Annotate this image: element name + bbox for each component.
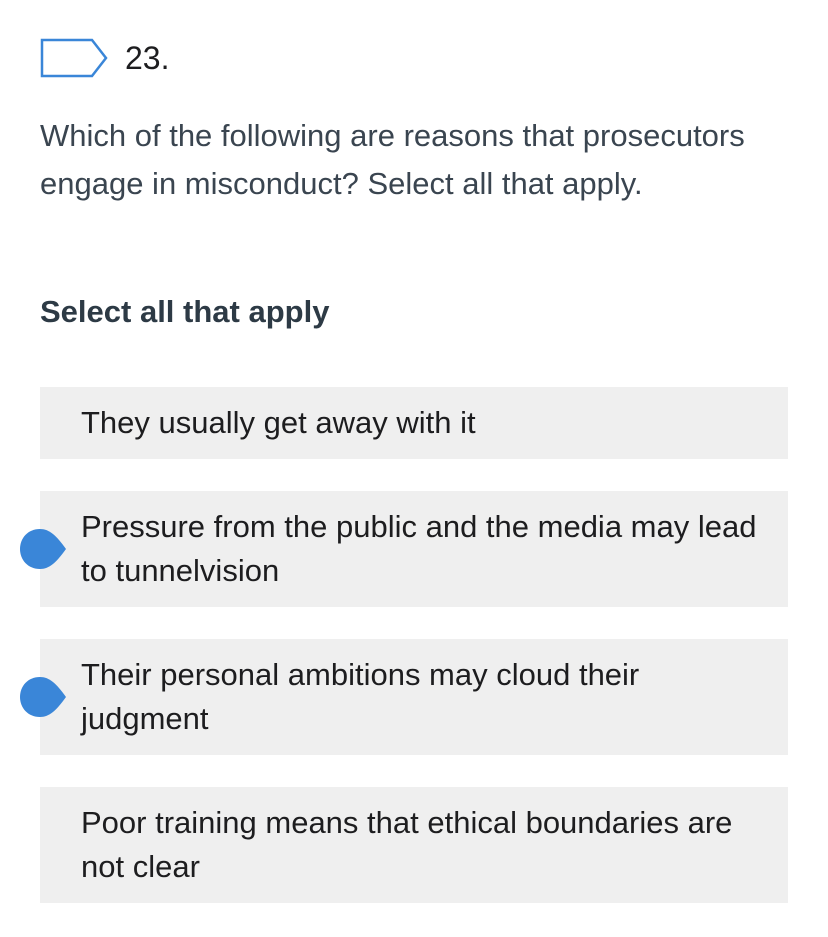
answer-option-4[interactable]: Poor training means that ethical boundar… bbox=[40, 787, 788, 903]
instruction-label: Select all that apply bbox=[40, 294, 330, 329]
answer-option-3[interactable]: Their personal ambitions may cloud their… bbox=[40, 639, 788, 755]
answer-option-label: Poor training means that ethical boundar… bbox=[81, 805, 733, 884]
answer-option-label: Their personal ambitions may cloud their… bbox=[81, 657, 640, 736]
selected-marker-icon bbox=[20, 529, 66, 569]
question-text: Which of the following are reasons that … bbox=[40, 118, 745, 201]
question-number: 23. bbox=[125, 40, 170, 76]
selected-marker-icon bbox=[20, 677, 66, 717]
answer-option-label: Pressure from the public and the media m… bbox=[81, 509, 757, 588]
question-header: 23. bbox=[40, 38, 169, 78]
answer-option-label: They usually get away with it bbox=[81, 405, 476, 440]
answer-option-1[interactable]: They usually get away with it bbox=[40, 387, 788, 459]
flag-icon[interactable] bbox=[40, 38, 108, 78]
answer-option-2[interactable]: Pressure from the public and the media m… bbox=[40, 491, 788, 607]
